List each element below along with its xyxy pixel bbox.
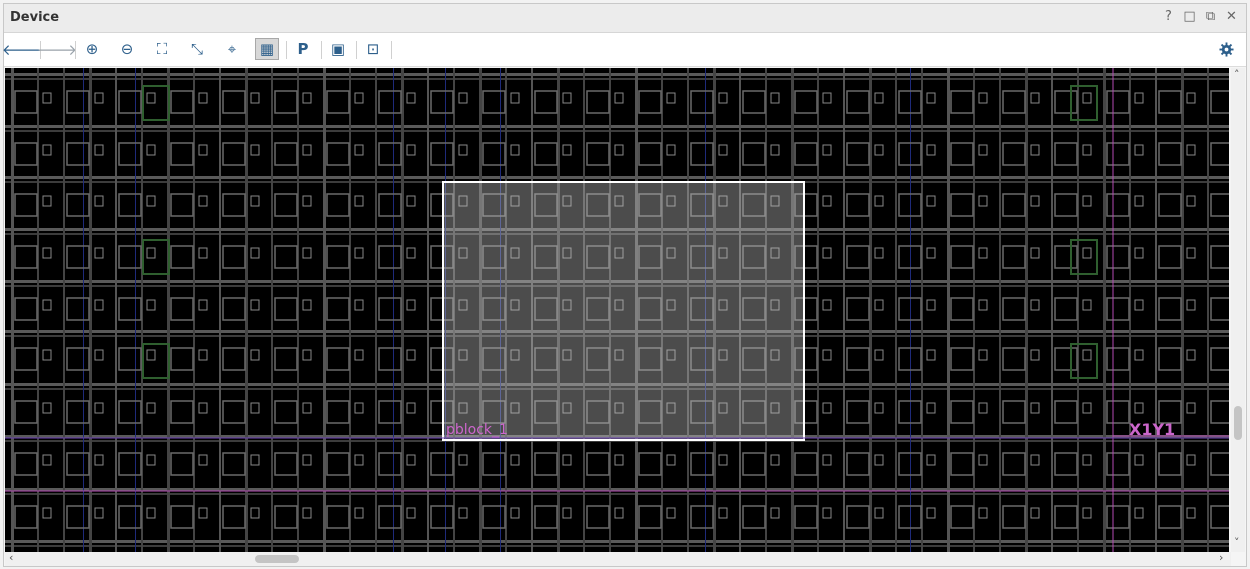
draw-pblock-icon: P — [297, 40, 309, 58]
fabric-column — [1051, 68, 1053, 552]
zoom-in-button[interactable]: ⊕ — [80, 38, 104, 60]
routing-resources-button[interactable]: ▦ — [255, 38, 279, 60]
vertical-scroll-thumb[interactable] — [1234, 406, 1242, 440]
hide-show-button[interactable]: ▣ — [326, 38, 350, 60]
device-canvas[interactable]: pblock_1 X1Y1 — [5, 68, 1229, 552]
toolbar: 🡐 🡒 ⊕ ⊖ ⛶ ⤡ ⌖ ▦ P ▣ ⊡ — [2, 33, 1246, 67]
routing-row — [5, 125, 1229, 128]
fabric-column — [999, 68, 1001, 552]
clock-spine — [393, 68, 394, 552]
help-icon[interactable]: ? — [1162, 10, 1175, 24]
routing-row — [5, 130, 1229, 132]
fabric-column — [115, 68, 117, 552]
horizontal-scroll-thumb[interactable] — [255, 555, 299, 563]
clock-region-label: X1Y1 — [1129, 420, 1175, 439]
gear-icon — [1218, 41, 1234, 57]
horizontal-scrollbar[interactable]: ‹ › — [5, 551, 1231, 566]
draw-io-bank-icon: ⊡ — [366, 40, 380, 58]
fabric-column — [167, 68, 170, 552]
fabric-column — [11, 68, 14, 552]
zoom-fit-button[interactable]: ⛶ — [150, 38, 174, 60]
fabric-column — [427, 68, 429, 552]
scroll-down-icon[interactable]: ˅ — [1234, 536, 1240, 549]
fabric-column — [219, 68, 221, 552]
forward-button[interactable]: 🡒 — [37, 38, 77, 60]
vertical-scrollbar[interactable]: ˄ ˅ — [1231, 68, 1245, 552]
fabric-column — [1103, 68, 1106, 552]
scroll-right-icon[interactable]: › — [1219, 551, 1223, 564]
zoom-fit-icon: ⛶ — [156, 40, 168, 58]
close-icon[interactable]: ✕ — [1225, 10, 1238, 24]
fabric-column — [843, 68, 845, 552]
routing-row — [5, 493, 1229, 495]
fabric-column — [63, 68, 65, 552]
back-button[interactable]: 🡐 — [2, 38, 42, 60]
toolbar-divider — [286, 41, 287, 59]
zoom-out-icon: ⊖ — [120, 40, 134, 58]
window-title: Device — [10, 10, 60, 25]
settings-button[interactable] — [1214, 38, 1238, 60]
hide-show-icon: ▣ — [330, 40, 346, 58]
draw-io-bank-button[interactable]: ⊡ — [361, 38, 385, 60]
toolbar-divider — [356, 41, 357, 59]
forward-arrow-icon: 🡒 — [36, 40, 78, 59]
zoom-out-button[interactable]: ⊖ — [115, 38, 139, 60]
clock-spine — [910, 68, 911, 552]
fabric-column — [271, 68, 273, 552]
toolbar-divider — [75, 41, 76, 59]
scroll-up-icon[interactable]: ˄ — [1234, 68, 1240, 81]
routing-row — [5, 545, 1229, 547]
zoom-selection-icon: ⤡ — [190, 40, 203, 58]
toolbar-divider — [321, 41, 322, 59]
auto-fit-selection-icon: ⌖ — [227, 40, 237, 58]
maximize-icon[interactable]: □ — [1183, 10, 1196, 24]
window-controls: ? □ ⧉ ✕ — [1162, 10, 1238, 24]
routing-row — [5, 78, 1229, 80]
fabric-column — [1207, 68, 1209, 552]
zoom-selection-button[interactable]: ⤡ — [185, 38, 209, 60]
scroll-left-icon[interactable]: ‹ — [9, 551, 13, 564]
auto-fit-selection-button[interactable]: ⌖ — [220, 38, 244, 60]
toolbar-divider — [391, 41, 392, 59]
fabric-column — [375, 68, 377, 552]
clock-spine — [135, 68, 136, 552]
float-icon[interactable]: ⧉ — [1204, 10, 1217, 24]
fabric-column — [323, 68, 326, 552]
device-window: Device ? □ ⧉ ✕ 🡐 🡒 ⊕ ⊖ ⛶ ⤡ ⌖ ▦ P ▣ ⊡ pbl… — [2, 3, 1247, 567]
routing-row — [5, 540, 1229, 543]
pblock-label: pblock_1 — [446, 422, 508, 438]
clock-spine — [83, 68, 84, 552]
draw-pblock-button[interactable]: P — [291, 38, 315, 60]
device-fabric-view[interactable]: pblock_1 X1Y1 — [5, 68, 1229, 552]
fabric-column — [947, 68, 950, 552]
routing-row — [5, 176, 1229, 179]
title-bar: Device ? □ ⧉ ✕ — [4, 4, 1246, 33]
pblock-region[interactable] — [442, 181, 805, 441]
routing-resources-icon: ▦ — [259, 40, 275, 58]
fabric-column — [1155, 68, 1157, 552]
fabric-column — [895, 68, 897, 552]
zoom-in-icon: ⊕ — [85, 40, 99, 58]
routing-row — [5, 73, 1229, 76]
